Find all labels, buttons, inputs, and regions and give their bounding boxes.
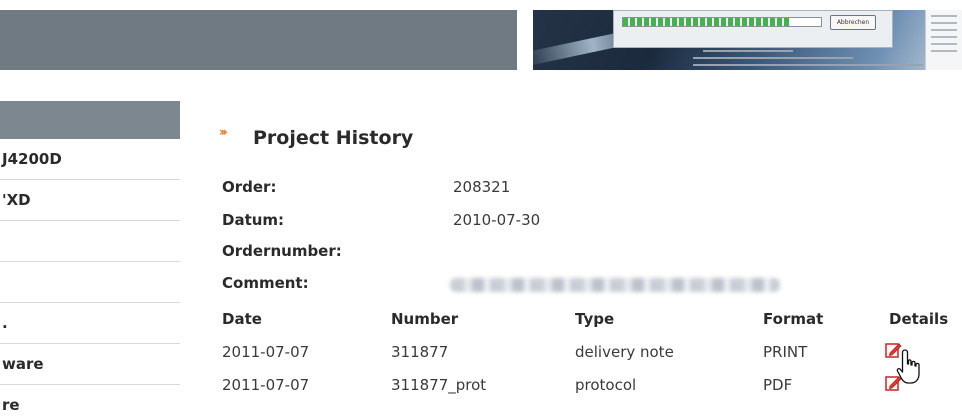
column-header-date: Date xyxy=(222,310,262,328)
sidebar: J4200D 'XD . ware re xyxy=(0,101,180,417)
sidebar-item[interactable] xyxy=(0,221,180,262)
ordernumber-label: Ordernumber: xyxy=(222,242,342,260)
row-number: 311877 xyxy=(391,343,449,361)
page: Abbrechen J4200D 'XD . ware re ››› Proje… xyxy=(0,0,962,417)
banner-detail-line xyxy=(703,50,793,52)
row-format: PDF xyxy=(763,376,793,394)
sidebar-item[interactable]: ware xyxy=(0,344,180,385)
sidebar-item[interactable]: J4200D xyxy=(0,139,180,180)
banner-screenshot-window xyxy=(925,10,962,70)
comment-label: Comment: xyxy=(222,274,309,292)
sidebar-item[interactable]: re xyxy=(0,385,180,417)
banner-screenshot-dialog: Abbrechen xyxy=(613,10,893,48)
column-header-number: Number xyxy=(391,310,459,328)
column-header-type: Type xyxy=(575,310,615,328)
header-banner-image: Abbrechen xyxy=(533,10,962,70)
banner-detail-line xyxy=(693,57,853,59)
double-chevron-right-icon: ››› xyxy=(219,125,228,139)
order-value: 208321 xyxy=(453,178,511,196)
column-header-details: Details xyxy=(889,310,949,328)
header-bar xyxy=(0,10,517,70)
column-header-format: Format xyxy=(763,310,824,328)
comment-value-blurred xyxy=(450,278,780,292)
banner-detail-line xyxy=(693,64,923,66)
row-type: protocol xyxy=(575,376,637,394)
banner-cancel-button: Abbrechen xyxy=(830,15,876,30)
banner-progress-fill xyxy=(623,18,792,26)
hand-cursor-icon xyxy=(896,349,920,384)
datum-label: Datum: xyxy=(222,211,285,229)
page-title: Project History xyxy=(253,127,414,149)
sidebar-item[interactable]: 'XD xyxy=(0,180,180,221)
row-date: 2011-07-07 xyxy=(222,376,310,394)
datum-value: 2010-07-30 xyxy=(453,211,541,229)
sidebar-item[interactable] xyxy=(0,262,180,303)
sidebar-header xyxy=(0,101,180,139)
sidebar-item[interactable]: . xyxy=(0,303,180,344)
row-number: 311877_prot xyxy=(391,376,487,394)
order-label: Order: xyxy=(222,178,277,196)
banner-progress-bar xyxy=(622,17,822,27)
row-date: 2011-07-07 xyxy=(222,343,310,361)
row-format: PRINT xyxy=(763,343,808,361)
row-type: delivery note xyxy=(575,343,674,361)
